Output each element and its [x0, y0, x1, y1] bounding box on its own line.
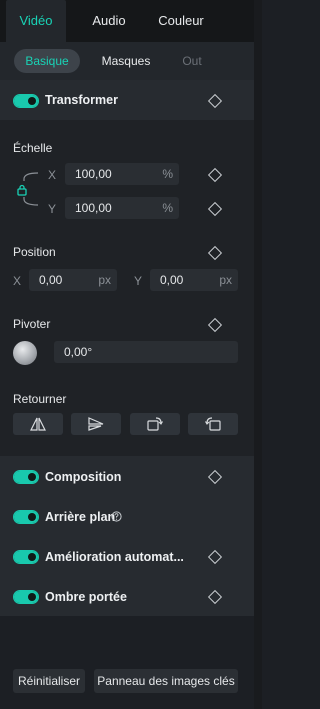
position-y-unit: px — [219, 273, 232, 287]
rotate-counterclockwise-button[interactable] — [188, 413, 238, 435]
position-label: Position — [13, 245, 56, 259]
subtab-basic[interactable]: Basique — [14, 49, 80, 73]
transformer-toggle[interactable] — [13, 94, 39, 108]
scale-x-field[interactable]: 100,00 % — [65, 163, 179, 185]
drop-shadow-title: Ombre portée — [45, 590, 127, 604]
flip-label: Retourner — [13, 392, 67, 406]
position-x-value: 0,00 — [39, 273, 63, 287]
lock-icon[interactable] — [16, 184, 28, 196]
scale-y-axis: Y — [48, 202, 57, 216]
rotate-counterclockwise-icon — [205, 417, 221, 431]
scale-y-field[interactable]: 100,00 % — [65, 197, 179, 219]
tab-audio[interactable]: Audio — [80, 0, 138, 42]
drop-shadow-toggle[interactable] — [13, 590, 39, 604]
rotate-label: Pivoter — [13, 317, 51, 331]
auto-enhance-title: Amélioration automat... — [45, 550, 184, 564]
auto-enhance-toggle[interactable] — [13, 550, 39, 564]
composition-title: Composition — [45, 470, 122, 484]
scale-x-axis: X — [48, 168, 57, 182]
scale-y-value: 100,00 — [75, 201, 112, 215]
flip-vertical-icon — [88, 417, 104, 431]
tab-video[interactable]: Vidéo — [6, 0, 66, 42]
position-x-unit: px — [98, 273, 111, 287]
panel-scrollbar-track[interactable] — [254, 0, 262, 709]
rotate-clockwise-icon — [147, 417, 163, 431]
position-y-axis: Y — [134, 274, 143, 288]
transformer-title: Transformer — [45, 93, 118, 107]
subtab-masks[interactable]: Masques — [94, 49, 158, 73]
top-tab-bar: Vidéo Audio Couleur — [0, 0, 262, 42]
reset-button[interactable]: Réinitialiser — [13, 669, 85, 693]
scale-label: Échelle — [13, 141, 53, 155]
scale-x-value: 100,00 — [75, 167, 112, 181]
keyframe-panel-button[interactable]: Panneau des images clés — [94, 669, 238, 693]
rotate-field[interactable]: 0,00° — [54, 341, 238, 363]
composition-toggle[interactable] — [13, 470, 39, 484]
rotate-clockwise-button[interactable] — [130, 413, 180, 435]
position-x-axis: X — [13, 274, 22, 288]
position-y-field[interactable]: 0,00 px — [150, 269, 238, 291]
scale-x-unit: % — [162, 167, 173, 181]
subtab-tools[interactable]: Out — [172, 49, 212, 73]
position-x-field[interactable]: 0,00 px — [29, 269, 117, 291]
flip-vertical-button[interactable] — [71, 413, 121, 435]
tab-color[interactable]: Couleur — [150, 0, 212, 42]
background-toggle[interactable] — [13, 510, 39, 524]
position-y-value: 0,00 — [160, 273, 184, 287]
flip-horizontal-button[interactable] — [13, 413, 63, 435]
help-icon[interactable] — [111, 511, 122, 522]
sub-tab-bar: Basique Masques Out — [0, 42, 254, 80]
scale-y-unit: % — [162, 201, 173, 215]
flip-horizontal-icon — [30, 417, 46, 431]
rotate-value: 0,00° — [64, 345, 93, 359]
rotation-dial[interactable] — [13, 341, 37, 365]
background-title: Arrière plan — [45, 510, 116, 524]
